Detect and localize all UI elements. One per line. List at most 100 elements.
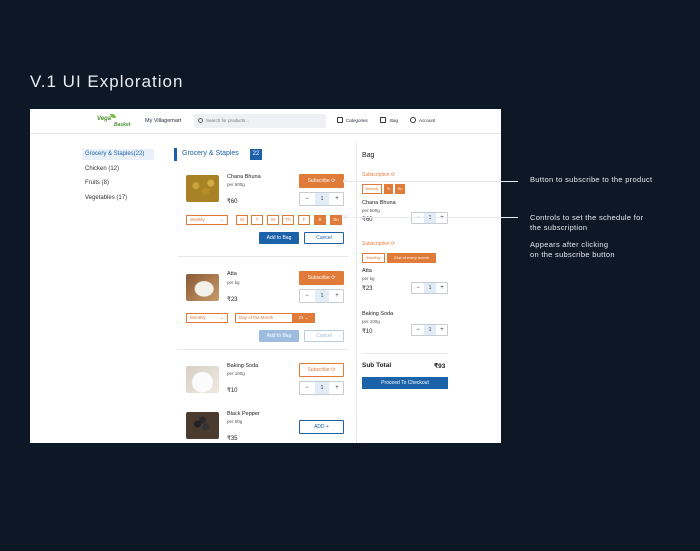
product-name: Black Pepper [227,411,260,417]
frequency-value: Monthly [190,315,206,320]
minus-icon[interactable]: − [300,193,314,205]
minus-icon[interactable]: − [412,325,424,335]
quantity-stepper[interactable]: − 1 + [411,282,448,294]
checkout-button[interactable]: Proceed To Checkout [362,377,448,389]
add-button[interactable]: ADD + [299,420,344,434]
sidebar-item-vegetables[interactable]: Vegetables (17) [85,195,127,201]
subscription-text: Subscription [362,172,390,178]
minus-icon[interactable]: − [412,283,424,293]
cancel-button[interactable]: Cancel [304,232,344,244]
annotation-schedule-1: Controls to set the schedule for [530,213,644,222]
subtotal-divider [362,353,448,354]
section-title: Grocery & Staples [182,150,239,157]
add-to-bag-button[interactable]: Add to Bag [259,330,299,342]
quantity-value: 1 [315,290,329,302]
day-monday[interactable]: M [236,215,248,225]
minus-icon[interactable]: − [300,382,314,394]
sidebar-item-grocery[interactable]: Grocery & Staples(22) [82,149,154,160]
plus-icon[interactable]: + [436,213,448,223]
quantity-stepper[interactable]: − 1 + [299,192,344,206]
sidebar-item-fruits[interactable]: Fruits (8) [85,180,109,186]
frequency-dropdown[interactable]: Monthly ⌄ [186,313,228,323]
quantity-value: 1 [424,213,436,223]
product-name: Chana Bhuna [227,174,261,180]
bag-icon [380,117,386,123]
plus-icon[interactable]: + [436,325,448,335]
product-unit: per kg [227,280,240,285]
chevron-down-icon: ⌄ [219,315,224,321]
logo[interactable]: Vega Basket [96,114,138,129]
bag-item-name: Chana Bhuna [362,200,396,206]
subscribe-button[interactable]: Subscribe ⟳ [299,174,344,188]
day-tuesday[interactable]: T [251,215,263,225]
annotation-subscribe: Button to subscribe to the product [530,175,653,184]
day-saturday[interactable]: S [314,215,326,225]
quantity-stepper[interactable]: − 1 + [299,289,344,303]
logo-text-1: Vega [97,116,112,122]
minus-icon[interactable]: − [300,290,314,302]
search-input[interactable]: Search for products... [194,114,326,128]
bag-title: Bag [362,152,375,159]
day-sunday[interactable]: Su [330,215,342,225]
refresh-icon: ⟳ [390,241,396,247]
day-wednesday[interactable]: W [267,215,279,225]
quantity-value: 1 [315,193,329,205]
plus-icon: + [326,424,329,430]
frequency-value: Weekly [190,217,205,222]
annotation-schedule-2: the subscription [530,223,588,232]
nav-categories[interactable]: Categories [346,118,368,123]
quantity-stepper[interactable]: − 1 + [411,212,448,224]
section-accent [174,148,177,161]
sidebar-item-chicken[interactable]: Chicken (12) [85,166,119,172]
product-price: ₹23 [227,297,238,303]
store-name: My Villagemart [145,118,182,124]
day-of-month-value[interactable]: 21 ⌄ [292,313,315,323]
day-of-month-number: 21 [298,315,304,320]
add-to-bag-button[interactable]: Add to Bag [259,232,299,244]
grid-icon [337,117,343,123]
product-price: ₹60 [227,199,238,205]
product-price: ₹35 [227,436,238,442]
chip-day: Su [395,184,405,194]
minus-icon[interactable]: − [412,213,424,223]
subscribe-label: Subscribe [307,367,330,373]
day-thursday[interactable]: Th [282,215,294,225]
subscription-label: Subscription ⟳ [362,172,395,178]
bag-item-unit: per 100g [362,319,380,324]
row-divider [178,256,348,257]
quantity-stepper[interactable]: − 1 + [411,324,448,336]
app-screen: Vega Basket My Villagemart Search for pr… [30,109,501,443]
product-price: ₹10 [227,388,238,394]
product-image-chana [186,175,219,202]
plus-icon[interactable]: + [330,382,344,394]
user-icon [410,117,416,123]
count-badge: 22 [250,149,262,160]
chip-day-of-month: 21st of every month [387,253,436,263]
product-unit: per 100g [227,371,245,376]
subscribe-button[interactable]: Subscribe ⟳ [299,271,344,285]
nav-bag[interactable]: Bag [390,118,398,123]
bag-item-unit: per 500g [362,208,380,213]
plus-icon[interactable]: + [330,193,344,205]
frequency-dropdown[interactable]: Weekly ⌄ [186,215,228,225]
annotation-line-2 [345,217,518,218]
product-unit: per 500g [227,182,245,187]
bag-item-name: Atta [362,268,372,274]
quantity-stepper[interactable]: − 1 + [299,381,344,395]
product-image-baking-soda [186,366,219,393]
nav-account[interactable]: Account [419,118,435,123]
day-of-month-label: Day of the Month [239,315,274,320]
bag-item-unit: per kg [362,276,375,281]
refresh-icon: ⟳ [390,172,396,178]
plus-icon[interactable]: + [330,290,344,302]
cancel-button[interactable]: Cancel [304,330,344,342]
quantity-value: 1 [424,325,436,335]
add-label: ADD [314,424,325,430]
subscribe-button[interactable]: Subscribe ⟳ [299,363,344,377]
subtotal-value: ₹93 [434,363,446,370]
day-friday[interactable]: F [298,215,310,225]
bag-item-price: ₹23 [362,286,373,292]
top-navigation-bar: Vega Basket My Villagemart Search for pr… [30,109,501,134]
chevron-down-icon: ⌄ [219,217,224,223]
plus-icon[interactable]: + [436,283,448,293]
